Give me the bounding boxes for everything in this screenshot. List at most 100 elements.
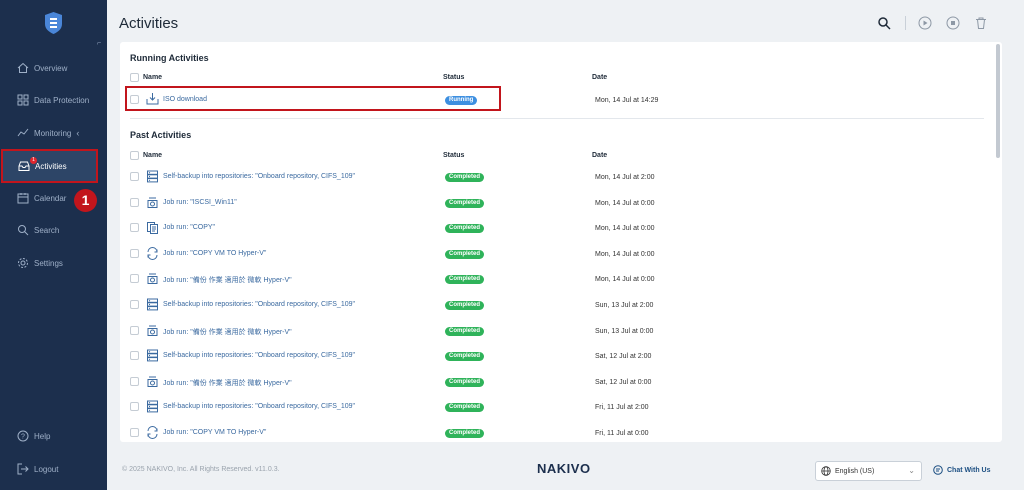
status-badge: Completed [445, 403, 485, 413]
activity-name-link[interactable]: Job run: "COPY VM TO Hyper-V" [163, 250, 266, 257]
activity-name-link[interactable]: Job run: "備份 作業 適用於 微軟 Hyper-V" [163, 275, 292, 285]
sidebar-item-activities[interactable]: 1 Activities [1, 149, 98, 183]
sidebar-item-search[interactable]: Search [0, 214, 107, 246]
sidebar: ⌐ Overview Data Protection Monitoring ‹ … [0, 0, 107, 490]
activity-name-link[interactable]: Job run: "COPY" [163, 224, 215, 231]
activity-date: Sun, 13 Jul at 0:00 [595, 327, 654, 335]
activity-name-link[interactable]: ISO download [163, 96, 207, 103]
status-badge: Running [445, 96, 478, 105]
server-icon [147, 298, 158, 311]
running-activities-title: Running Activities [130, 53, 209, 63]
activity-name-link[interactable]: Job run: "COPY VM TO Hyper-V" [163, 429, 266, 436]
select-all-running-checkbox[interactable] [130, 73, 139, 82]
activity-date: Mon, 14 Jul at 14:29 [595, 97, 659, 104]
chart-icon [17, 128, 29, 137]
copy-job-icon [147, 222, 158, 235]
activity-name-link[interactable]: Self-backup into repositories: "Onboard … [163, 403, 355, 410]
activity-name-link[interactable]: Self-backup into repositories: "Onboard … [163, 301, 355, 308]
column-header-date: Date [592, 74, 608, 81]
column-header-name: Name [143, 152, 163, 159]
activity-date: Sun, 13 Jul at 2:00 [595, 302, 654, 309]
activity-name-link[interactable]: Job run: "ISCSI_Win11" [163, 199, 237, 206]
status-badge: Completed [445, 377, 485, 387]
search-icon [18, 225, 29, 236]
row-checkbox[interactable] [130, 248, 139, 258]
sidebar-item-label: Logout [34, 464, 59, 474]
language-select[interactable]: English (US) ⌄ [815, 461, 922, 481]
row-checkbox[interactable] [130, 376, 139, 386]
download-icon [146, 93, 159, 105]
sidebar-item-label: Data Protection [34, 95, 90, 105]
step-marker: 1 [74, 189, 97, 212]
status-badge: Completed [445, 224, 485, 234]
select-all-past-checkbox[interactable] [130, 151, 139, 160]
sidebar-item-label: Monitoring [34, 128, 72, 138]
activity-name-link[interactable]: Job run: "備份 作業 適用於 微軟 Hyper-V" [163, 327, 292, 337]
inbox-icon [18, 161, 30, 171]
stop-icon[interactable] [946, 16, 960, 30]
sidebar-item-overview[interactable]: Overview [0, 52, 107, 84]
grid-icon [17, 94, 29, 106]
chat-with-us-link[interactable]: Chat With Us [933, 465, 991, 475]
column-header-name: Name [143, 74, 163, 81]
sidebar-item-logout[interactable]: Logout [0, 453, 107, 485]
row-checkbox[interactable] [130, 428, 139, 437]
collapse-sidebar-icon[interactable]: ⌐ [97, 40, 101, 47]
column-header-status: Status [443, 74, 465, 81]
chevron-left-icon[interactable]: ‹ [76, 128, 79, 138]
replication-icon [147, 246, 158, 260]
row-checkbox[interactable] [130, 172, 139, 181]
gear-icon [18, 258, 28, 268]
server-icon [147, 349, 158, 362]
chat-icon [933, 465, 943, 475]
section-divider [130, 118, 984, 119]
row-checkbox[interactable] [130, 325, 139, 335]
svg-text:?: ? [21, 434, 25, 441]
job-run-icon [147, 376, 158, 387]
chevron-down-icon: ⌄ [908, 466, 915, 475]
sidebar-item-monitoring[interactable]: Monitoring ‹ [0, 117, 107, 149]
activity-name-link[interactable]: Job run: "備份 作業 適用於 微軟 Hyper-V" [163, 378, 292, 388]
sidebar-item-label: Search [34, 225, 60, 235]
activity-date: Fri, 11 Jul at 2:00 [595, 404, 649, 412]
copyright-text: © 2025 NAKIVO, Inc. All Rights Reserved.… [122, 466, 280, 473]
status-badge: Completed [445, 275, 485, 285]
activity-name-link[interactable]: Self-backup into repositories: "Onboard … [163, 352, 355, 359]
calendar-icon [17, 193, 29, 204]
row-checkbox[interactable] [130, 223, 139, 233]
job-run-icon [147, 197, 158, 208]
page-title: Activities [119, 15, 179, 32]
activity-date: Mon, 14 Jul at 0:00 [595, 250, 655, 258]
sidebar-item-label: Activities [35, 161, 67, 171]
sidebar-item-settings[interactable]: Settings [0, 247, 107, 279]
row-checkbox[interactable] [130, 300, 139, 309]
row-checkbox[interactable] [130, 197, 139, 207]
row-checkbox[interactable] [130, 351, 139, 361]
search-icon[interactable] [877, 16, 891, 30]
activity-date: Mon, 14 Jul at 0:00 [595, 225, 655, 233]
activity-date: Sat, 12 Jul at 2:00 [595, 353, 652, 361]
sidebar-item-data-protection[interactable]: Data Protection [0, 84, 107, 116]
trash-icon[interactable] [974, 16, 988, 30]
play-icon[interactable] [918, 16, 932, 30]
activity-date: Mon, 14 Jul at 0:00 [595, 199, 655, 207]
activity-name-link[interactable]: Self-backup into repositories: "Onboard … [163, 173, 355, 180]
row-checkbox[interactable] [130, 95, 139, 104]
row-checkbox[interactable] [130, 274, 139, 284]
activity-date: Fri, 11 Jul at 0:00 [595, 430, 649, 437]
app-logo-icon[interactable] [45, 12, 62, 34]
server-icon [147, 170, 158, 183]
globe-icon [821, 466, 831, 476]
job-run-icon [147, 273, 158, 285]
toolbar-divider [905, 16, 906, 30]
scrollbar[interactable] [996, 44, 1000, 158]
language-value: English (US) [835, 467, 875, 475]
activity-date: Mon, 14 Jul at 0:00 [595, 276, 655, 284]
row-checkbox[interactable] [130, 402, 139, 412]
sidebar-item-label: Settings [34, 258, 63, 268]
sidebar-item-help[interactable]: ? Help [0, 420, 107, 452]
status-badge: Completed [445, 429, 485, 438]
chat-label: Chat With Us [947, 466, 991, 474]
status-badge: Completed [445, 326, 485, 336]
replication-icon [147, 426, 158, 439]
